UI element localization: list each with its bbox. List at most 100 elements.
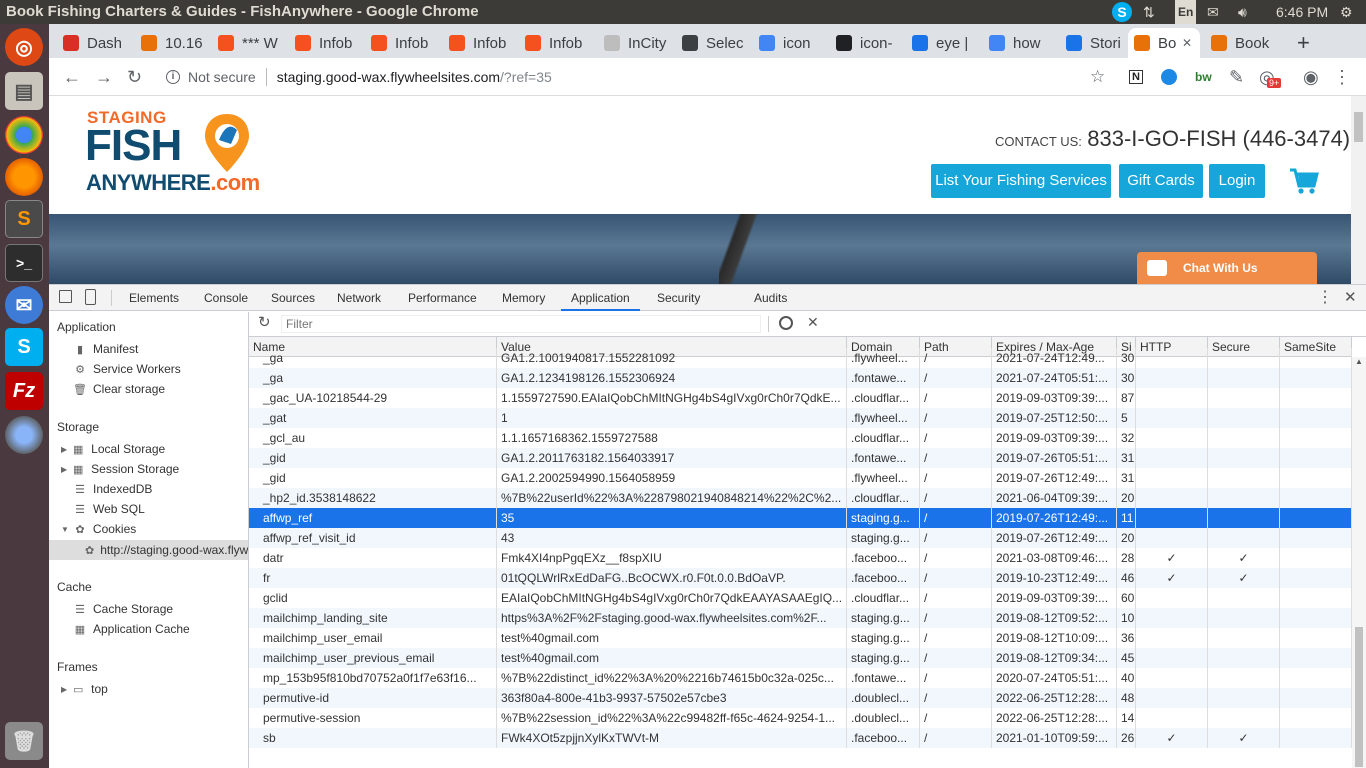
expand-arrow-icon[interactable]: ▶	[61, 685, 67, 694]
devtools-tab-sources[interactable]: Sources	[271, 285, 315, 311]
browser-tab[interactable]: Book	[1205, 28, 1281, 58]
cart-icon[interactable]	[1289, 167, 1319, 195]
browser-tab[interactable]: how	[983, 28, 1055, 58]
firefox-icon[interactable]	[5, 158, 43, 196]
devtools-tab-network[interactable]: Network	[337, 285, 381, 311]
extension-n-icon[interactable]: N	[1129, 58, 1143, 96]
table-row[interactable]: _gat 1 .flywheel.../2019-07-25T12:50:... 5	[249, 408, 1352, 428]
extension-badge-icon[interactable]: ◎ 9+	[1259, 58, 1282, 96]
browser-tab[interactable]: Selec	[676, 28, 748, 58]
sidebar-item-cookie-origin[interactable]: ✿ http://staging.good-wax.flywheelsites.c…	[49, 540, 248, 560]
browser-tab[interactable]: Stori	[1060, 28, 1126, 58]
collapse-arrow-icon[interactable]: ▼	[61, 525, 69, 534]
delete-selected-icon[interactable]: ✕	[807, 314, 819, 331]
sidebar-item-cache-storage[interactable]: ☰ Cache Storage	[73, 602, 173, 616]
table-row[interactable]: mailchimp_user_previous_email test%40gmai…	[249, 648, 1352, 668]
chrome-icon[interactable]	[5, 116, 43, 154]
devtools-tab-application[interactable]: Application	[561, 285, 640, 311]
chromium-icon[interactable]	[5, 416, 43, 454]
sidebar-item-app-cache[interactable]: ▦ Application Cache	[73, 622, 190, 636]
browser-tab[interactable]: Dash	[57, 28, 129, 58]
reload-icon[interactable]: ↻	[127, 58, 142, 96]
thunderbird-icon[interactable]: ✉	[5, 286, 43, 324]
sidebar-item-websql[interactable]: ☰ Web SQL	[73, 502, 145, 516]
scroll-up-arrow-icon[interactable]: ▲	[1355, 357, 1363, 366]
sidebar-item-clear-storage[interactable]: 🗑︎ Clear storage	[73, 382, 165, 396]
page-scroll-thumb[interactable]	[1354, 112, 1363, 142]
table-row[interactable]: _ga GA1.2.1001940817.1552281092 .flywheel.…	[249, 348, 1352, 368]
expand-arrow-icon[interactable]: ▶	[61, 445, 67, 454]
browser-tab[interactable]: *** W	[212, 28, 284, 58]
tab-active[interactable]: Bo ✕	[1128, 28, 1200, 58]
trash-icon[interactable]: 🗑︎	[5, 722, 43, 760]
sidebar-item-manifest[interactable]: ▮ Manifest	[73, 342, 138, 356]
terminal-icon[interactable]: >_	[5, 244, 43, 282]
ubuntu-dash-icon[interactable]: ◎	[5, 28, 43, 66]
device-toolbar-icon[interactable]	[85, 289, 96, 305]
filezilla-icon[interactable]: Fz	[5, 372, 43, 410]
volume-icon[interactable]: 🔊︎	[1238, 0, 1247, 24]
refresh-icon[interactable]: ↻	[258, 313, 271, 331]
table-row[interactable]: affwp_ref_visit_id 43 staging.g.../2019-07…	[249, 528, 1352, 548]
table-row[interactable]: permutive-id 363f80a4-800e-41b3-9937-5750…	[249, 688, 1352, 708]
table-row[interactable]: gclid EAIaIQobChMItNGHg4bS4gIVxg0rCh0r7Qd…	[249, 588, 1352, 608]
menu-kebab-icon[interactable]: ⋮	[1333, 58, 1351, 96]
site-logo[interactable]: STAGING FISH ANYWHERE.com	[85, 108, 265, 198]
table-row[interactable]: mailchimp_landing_site https%3A%2F%2Fstag…	[249, 608, 1352, 628]
table-row[interactable]: _gid GA1.2.2002594990.1564058959 .flywheel…	[249, 468, 1352, 488]
sidebar-item-session-storage[interactable]: ▶ ▦ Session Storage	[61, 462, 179, 476]
devtools-tab-audits[interactable]: Audits	[754, 285, 787, 311]
clear-all-icon[interactable]	[779, 316, 793, 330]
table-row[interactable]: mp_153b95f810bd70752a0f1f7e63f16... %7B%2…	[249, 668, 1352, 688]
page-scrollbar[interactable]	[1351, 96, 1366, 284]
sidebar-item-indexeddb[interactable]: ☰ IndexedDB	[73, 482, 152, 496]
sidebar-item-cookies[interactable]: ▼ ✿ Cookies	[61, 522, 136, 536]
table-scroll-thumb[interactable]	[1355, 627, 1363, 767]
clock[interactable]: 6:46 PM	[1276, 0, 1328, 24]
profile-icon[interactable]: ◉	[1303, 58, 1319, 96]
filter-input[interactable]	[281, 315, 761, 333]
browser-tab[interactable]: icon-	[830, 28, 902, 58]
contact-phone[interactable]: 833-I-GO-FISH (446-3474)	[1087, 126, 1350, 151]
mail-icon[interactable]: ✉	[1207, 0, 1219, 24]
login-button[interactable]: Login	[1209, 164, 1265, 198]
table-row[interactable]: mailchimp_user_email test%40gmail.com stag…	[249, 628, 1352, 648]
devtools-tab-memory[interactable]: Memory	[502, 285, 545, 311]
table-row[interactable]: _gcl_au 1.1.1657168362.1559727588 .cloudfl…	[249, 428, 1352, 448]
back-arrow-icon[interactable]: ←	[63, 58, 81, 96]
browser-tab[interactable]: Infob	[443, 28, 515, 58]
new-tab-button[interactable]: +	[1291, 28, 1321, 58]
devtools-menu-icon[interactable]: ⋮	[1317, 285, 1333, 311]
skype-icon[interactable]: S	[5, 328, 43, 366]
bookmark-star-icon[interactable]: ☆	[1090, 58, 1105, 96]
address-bar[interactable]: i Not secure staging.good-wax.flywheelsi…	[154, 62, 1175, 92]
tab-close-icon[interactable]: ✕	[1182, 36, 1192, 50]
table-row[interactable]: sb FWk4XOt5zpjjnXylKxTWVt-M .faceboo.../20…	[249, 728, 1352, 748]
table-row[interactable]: datr Fmk4XI4npPgqEXz__f8spXIU .faceboo... /…	[249, 548, 1352, 568]
table-row[interactable]: _gid GA1.2.2011763182.1564033917 .fontawe.…	[249, 448, 1352, 468]
devtools-tab-security[interactable]: Security	[657, 285, 700, 311]
browser-tab[interactable]: Infob	[289, 28, 361, 58]
list-services-button[interactable]: List Your Fishing Services	[931, 164, 1111, 198]
power-gear-icon[interactable]: ⚙	[1340, 0, 1353, 24]
expand-arrow-icon[interactable]: ▶	[61, 465, 67, 474]
browser-tab[interactable]: icon	[753, 28, 825, 58]
table-row[interactable]: affwp_ref 35 staging.g.../2019-07-26T12:49…	[249, 508, 1352, 528]
files-icon[interactable]: ▤	[5, 72, 43, 110]
browser-tab[interactable]: InCity	[598, 28, 672, 58]
forward-arrow-icon[interactable]: →	[95, 58, 113, 96]
browser-tab[interactable]: Infob	[519, 28, 591, 58]
browser-tab[interactable]: eye |	[906, 28, 978, 58]
extension-bw-icon[interactable]: bw	[1195, 58, 1212, 96]
browser-tab[interactable]: 10.16	[135, 28, 207, 58]
sidebar-item-service-workers[interactable]: ⚙ Service Workers	[73, 362, 181, 376]
gift-cards-button[interactable]: Gift Cards	[1119, 164, 1203, 198]
network-icon[interactable]: ⇅	[1143, 0, 1155, 24]
devtools-close-icon[interactable]: ✕	[1344, 285, 1357, 311]
table-row[interactable]: _hp2_id.3538148622 %7B%22userId%22%3A%228…	[249, 488, 1352, 508]
sidebar-item-top-frame[interactable]: ▶ ▭ top	[61, 682, 108, 696]
table-row[interactable]: fr 01tQQLWrlRxEdDaFG..BcOCWX.r0.F0t.0.0.B…	[249, 568, 1352, 588]
skype-tray-icon[interactable]: S	[1112, 0, 1132, 24]
inspect-element-icon[interactable]	[59, 290, 72, 303]
table-row[interactable]: _ga GA1.2.1234198126.1552306924 .fontawe..…	[249, 368, 1352, 388]
